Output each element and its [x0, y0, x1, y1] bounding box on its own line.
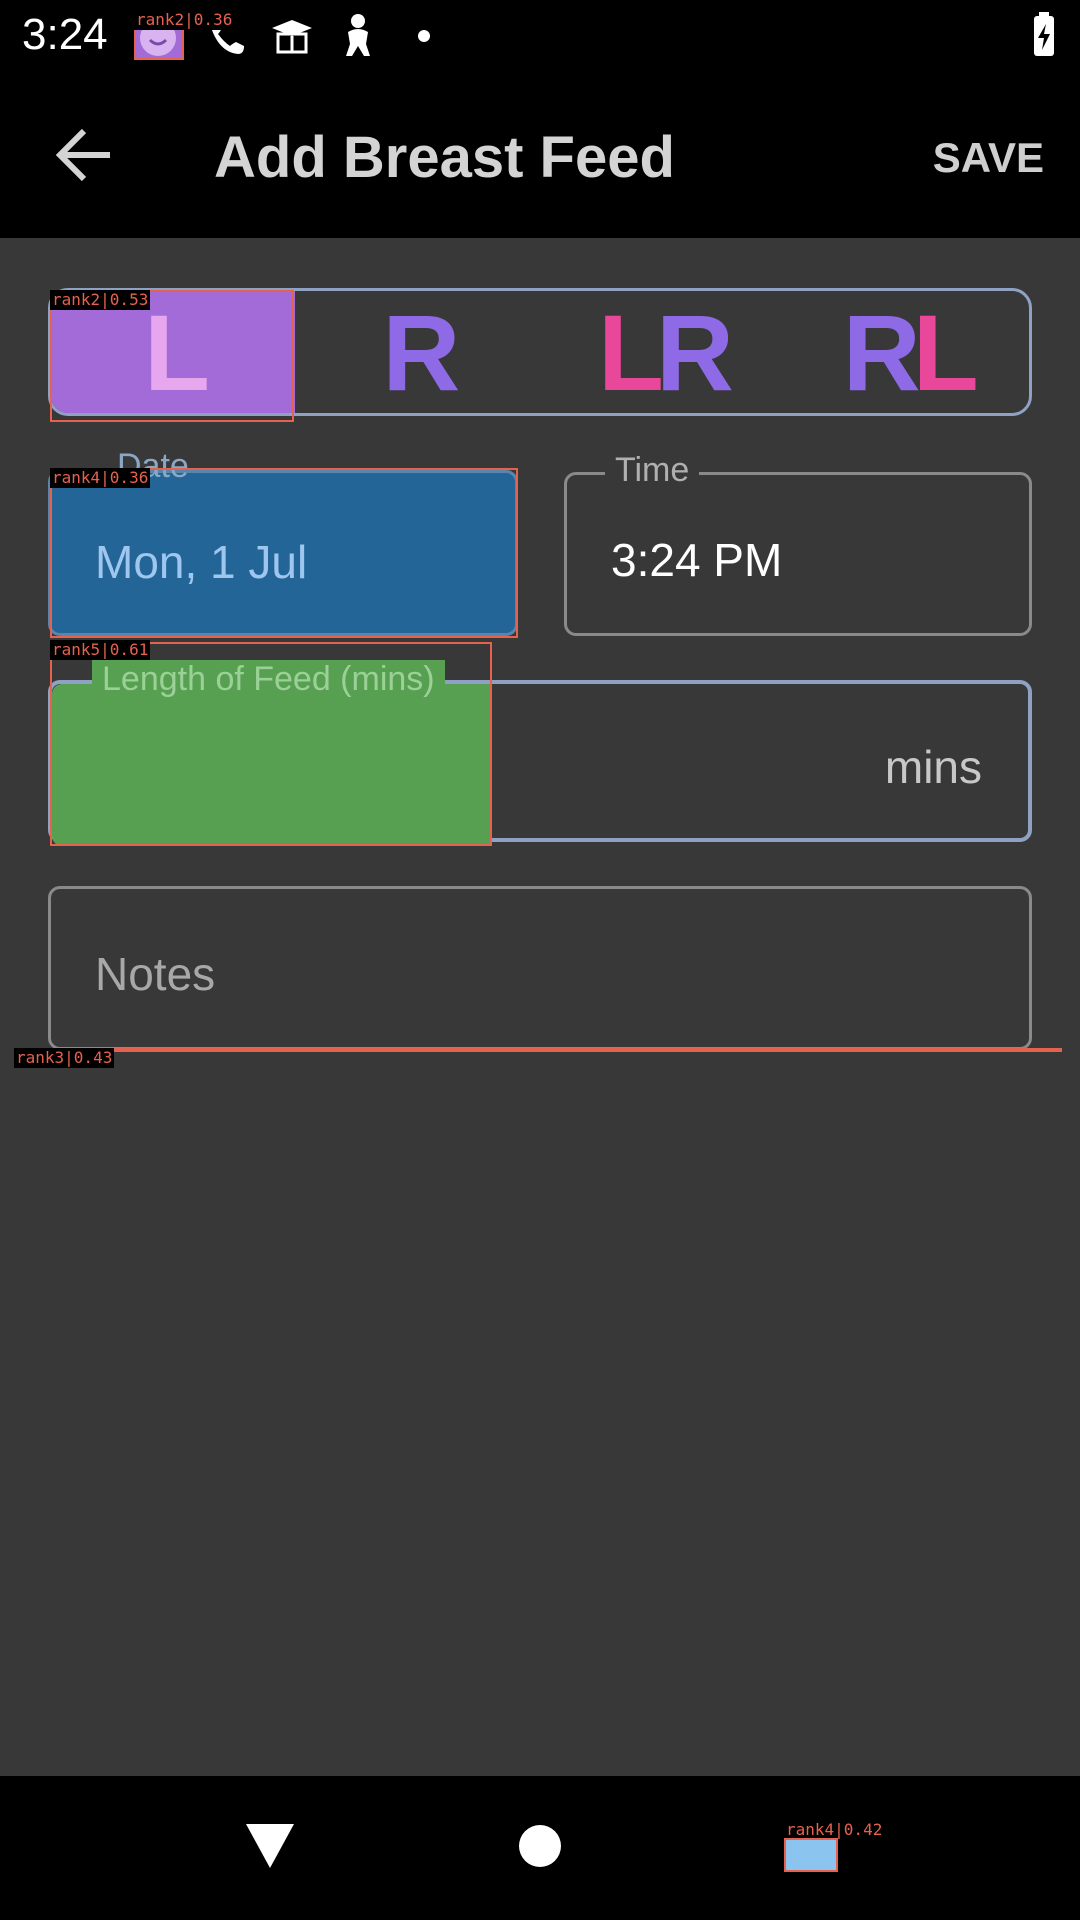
highlight-tag: rank4|0.42 — [786, 1820, 883, 1839]
app-bar: Add Breast Feed SAVE — [0, 72, 1080, 238]
time-value: 3:24 PM — [611, 534, 783, 586]
back-triangle-icon[interactable] — [244, 1822, 296, 1870]
battery-charging-icon — [1034, 12, 1054, 56]
highlight-tag: rank5|0.61 — [50, 640, 151, 660]
time-field[interactable]: Time 3:24 PM — [564, 451, 1032, 636]
side-option-left-right[interactable]: LR — [540, 291, 785, 413]
save-button[interactable]: SAVE — [933, 134, 1044, 182]
side-option-right-left[interactable]: RL — [784, 291, 1029, 413]
mins-suffix: mins — [884, 741, 982, 793]
notes-placeholder: Notes — [95, 948, 216, 1000]
highlight-tag: rank2|0.53 — [50, 290, 151, 310]
status-time: 3:24 — [22, 10, 108, 59]
highlight-tag: rank3|0.43 — [14, 1048, 115, 1068]
time-field-label: Time — [605, 451, 700, 490]
annotation-line — [14, 1048, 1062, 1052]
date-highlight-box — [50, 468, 518, 638]
page-title: Add Breast Feed — [214, 125, 675, 190]
highlight-tag: rank4|0.36 — [50, 468, 151, 488]
dot-icon — [418, 30, 430, 42]
length-highlight-box — [50, 642, 492, 846]
recents-square-icon[interactable] — [784, 1838, 838, 1872]
navigation-bar: rank4|0.42 — [0, 1776, 1080, 1920]
baby-icon — [346, 14, 370, 56]
notes-field[interactable]: Notes — [48, 886, 1032, 1050]
highlight-tag: rank2|0.36 — [134, 10, 235, 30]
side-option-right[interactable]: R — [295, 291, 540, 413]
home-circle-icon[interactable] — [518, 1824, 562, 1868]
back-arrow-icon[interactable] — [52, 122, 118, 188]
graduation-cap-icon — [272, 20, 312, 54]
